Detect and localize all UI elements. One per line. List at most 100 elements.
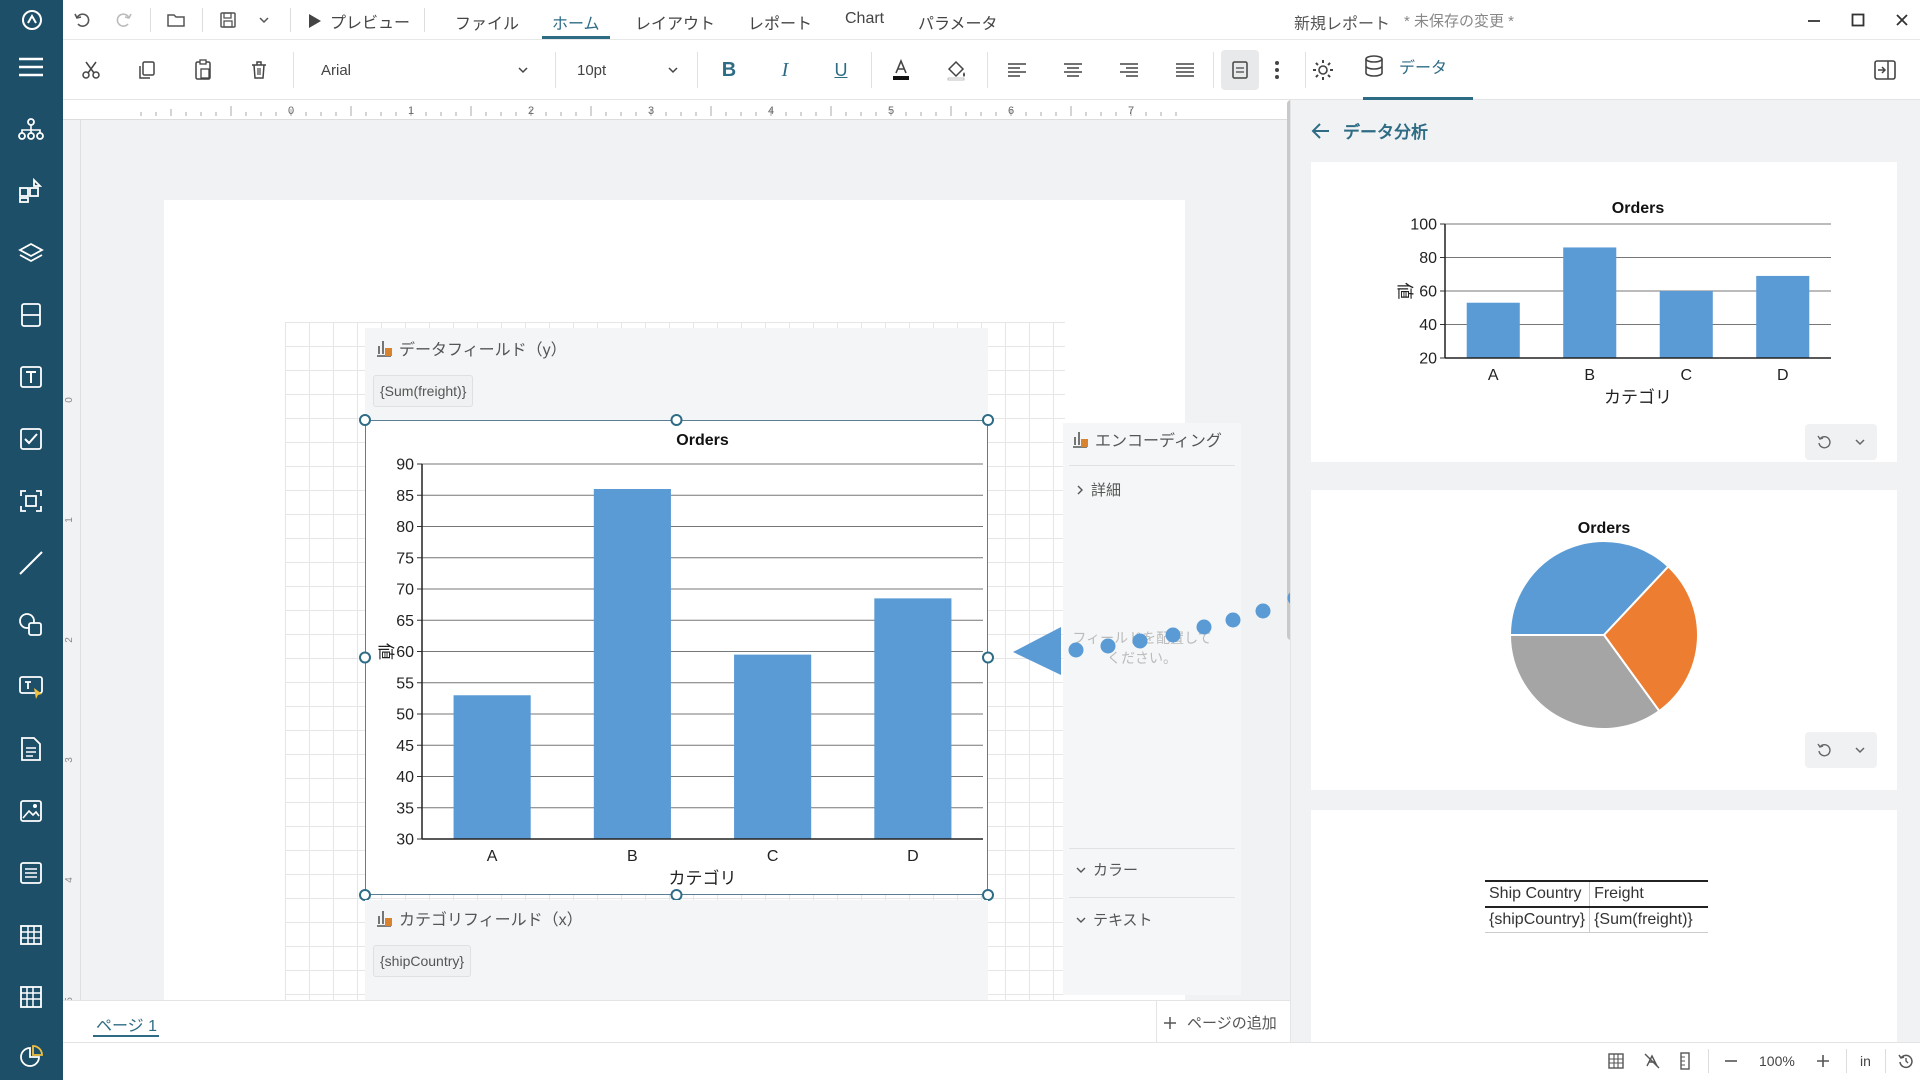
card-actions[interactable] <box>1805 732 1877 768</box>
y-axis-label: 値 <box>1395 283 1414 300</box>
encoding-panel: エンコーディング 詳細 フィールドを配置してください。 カラー テキスト <box>1063 423 1241 995</box>
separator <box>1708 1049 1709 1073</box>
align-left-icon[interactable] <box>1001 54 1033 86</box>
cut-icon[interactable] <box>75 54 107 86</box>
underline-icon[interactable]: U <box>825 54 857 86</box>
separator <box>290 8 291 32</box>
text-expander[interactable]: テキスト <box>1075 909 1153 930</box>
separator <box>1213 52 1214 88</box>
chevron-down-icon <box>518 67 528 74</box>
selection-handles[interactable] <box>353 408 1000 907</box>
data-analysis-panel: データ分析 Orders 20 40 60 80 100 A B C D カテゴリ 値 Orders … <box>1290 100 1920 1042</box>
separator <box>1846 1049 1847 1073</box>
separator <box>424 8 425 32</box>
redo-icon[interactable] <box>110 6 138 34</box>
minimize-icon[interactable] <box>1800 6 1828 34</box>
history-icon[interactable] <box>1897 1052 1915 1075</box>
tablix-icon[interactable] <box>14 980 48 1014</box>
pie-chart-icon[interactable] <box>14 1040 48 1074</box>
preview-button[interactable]: プレビュー <box>308 9 410 33</box>
align-right-icon[interactable] <box>1113 54 1145 86</box>
tab-home[interactable]: ホーム <box>552 10 600 34</box>
components-icon[interactable] <box>14 174 48 208</box>
tab-file[interactable]: ファイル <box>455 10 519 34</box>
design-canvas[interactable]: 0 1 2 3 4 5 6 7 0 1 2 3 4 5 データフィールド（y） {Sum(freight… <box>63 100 1290 1042</box>
table-icon[interactable] <box>14 918 48 952</box>
card-actions[interactable] <box>1805 424 1877 460</box>
font-family-dropdown[interactable]: Arial <box>307 54 543 86</box>
fill-color-icon[interactable] <box>941 54 973 86</box>
tab-report[interactable]: レポート <box>748 10 812 34</box>
align-center-icon[interactable] <box>1057 54 1089 86</box>
tab-parameters[interactable]: パラメータ <box>918 10 998 34</box>
open-folder-icon[interactable] <box>162 6 190 34</box>
document-icon[interactable] <box>14 732 48 766</box>
italic-icon[interactable]: I <box>769 54 801 86</box>
bold-icon[interactable]: B <box>713 54 745 86</box>
collapse-panel-icon[interactable] <box>1869 54 1901 86</box>
horizontal-ruler: 0 1 2 3 4 5 6 7 <box>63 100 1290 120</box>
grid-toggle-icon[interactable] <box>1607 1052 1625 1075</box>
image-icon[interactable] <box>14 794 48 828</box>
ruler-toggle-icon[interactable] <box>1679 1052 1691 1075</box>
separator <box>871 52 872 88</box>
zoom-out-icon[interactable] <box>1723 1053 1739 1074</box>
details-expander[interactable]: 詳細 <box>1075 479 1121 500</box>
font-size-dropdown[interactable]: 10pt <box>569 54 687 86</box>
preview-table: Ship Country Freight {shipCountry} {Sum(… <box>1485 880 1708 933</box>
delete-icon[interactable] <box>243 54 275 86</box>
settings-gear-icon[interactable] <box>1307 54 1339 86</box>
list-icon[interactable] <box>14 856 48 890</box>
back-header[interactable]: データ分析 <box>1311 118 1428 143</box>
add-page-button[interactable]: ページの追加 <box>1163 1012 1277 1033</box>
justify-icon[interactable] <box>1169 54 1201 86</box>
font-color-icon[interactable] <box>885 54 917 86</box>
suggestion-card-pie[interactable]: Orders <box>1311 490 1897 790</box>
active-tab-indicator <box>542 36 610 39</box>
close-icon[interactable] <box>1888 6 1916 34</box>
title-bar: プレビュー ファイル ホーム レイアウト レポート Chart パラメータ 新規… <box>0 0 1920 40</box>
more-options-icon[interactable] <box>1261 54 1293 86</box>
divider <box>1069 848 1235 849</box>
section-icon[interactable] <box>14 298 48 332</box>
copy-icon[interactable] <box>131 54 163 86</box>
chart-title: Orders <box>1612 200 1665 217</box>
paste-icon[interactable] <box>187 54 219 86</box>
suggestion-card-table[interactable]: Ship Country Freight {shipCountry} {Sum(… <box>1311 810 1897 1042</box>
save-icon[interactable] <box>214 6 242 34</box>
ruler-label: 7 <box>1128 105 1134 117</box>
checkbox-icon[interactable] <box>14 422 48 456</box>
unit-selector[interactable]: in <box>1860 1053 1871 1069</box>
x-field-chip[interactable]: {shipCountry} <box>373 945 472 977</box>
zoom-in-icon[interactable] <box>1815 1053 1831 1074</box>
maximize-icon[interactable] <box>1844 6 1872 34</box>
tab-layout[interactable]: レイアウト <box>635 10 715 34</box>
database-icon <box>1365 55 1383 77</box>
y-field-chip[interactable]: {Sum(freight)} <box>373 375 474 407</box>
zoom-level[interactable]: 100% <box>1759 1053 1795 1069</box>
page-tab-1[interactable]: ページ 1 <box>96 1012 157 1036</box>
suggestion-card-bar[interactable]: Orders 20 40 60 80 100 A B C D カテゴリ 値 <box>1311 162 1897 462</box>
snap-off-icon[interactable] <box>1643 1052 1661 1075</box>
properties-panel-toggle-icon[interactable] <box>1221 50 1259 90</box>
page-tab-bar: ページ 1 ページの追加 <box>63 1000 1290 1043</box>
shapes-icon[interactable] <box>14 608 48 642</box>
layers-icon[interactable] <box>14 236 48 270</box>
bar-chart-preview: Orders 20 40 60 80 100 A B C D カテゴリ 値 <box>1395 200 1831 407</box>
color-expander[interactable]: カラー <box>1075 859 1138 880</box>
input-field-icon[interactable] <box>14 670 48 704</box>
hamburger-menu-icon[interactable] <box>14 50 48 84</box>
line-icon[interactable] <box>14 546 48 580</box>
table-header-cell: Freight <box>1594 885 1644 902</box>
x-field-header: カテゴリフィールド（x） <box>375 906 583 930</box>
undo-icon[interactable] <box>68 6 96 34</box>
container-icon[interactable] <box>14 484 48 518</box>
save-options-chevron-icon[interactable] <box>250 6 278 34</box>
data-tab[interactable]: データ <box>1363 54 1447 78</box>
textbox-icon[interactable] <box>14 360 48 394</box>
tab-chart[interactable]: Chart <box>845 10 884 28</box>
resize-handle <box>359 889 371 901</box>
history-icon <box>1817 743 1831 757</box>
separator <box>697 52 698 88</box>
data-hierarchy-icon[interactable] <box>14 112 48 146</box>
